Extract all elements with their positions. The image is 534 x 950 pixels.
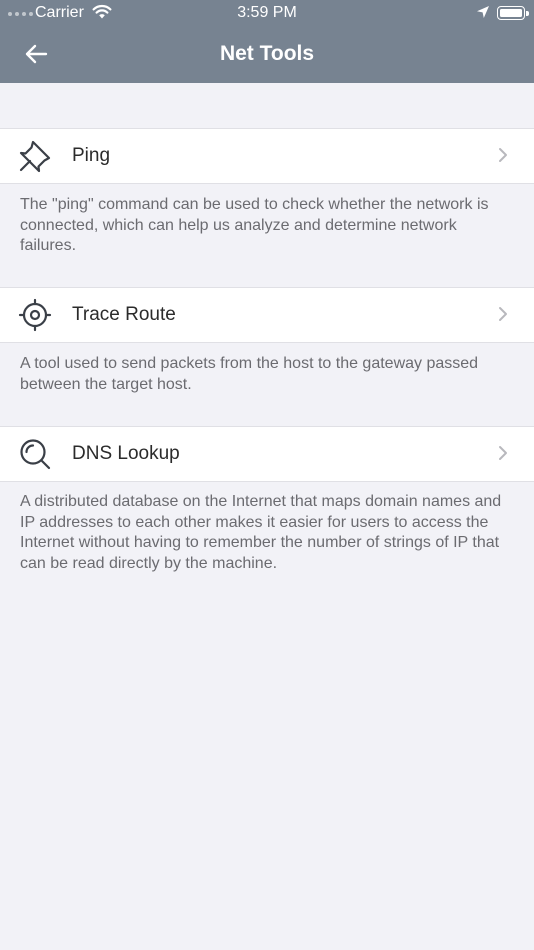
navigation-bar: Net Tools: [0, 28, 534, 83]
tool-label-dns-lookup: DNS Lookup: [72, 443, 180, 464]
arrow-left-icon: [25, 44, 48, 64]
tool-description-dns-lookup: A distributed database on the Internet t…: [20, 493, 502, 572]
battery-icon: [497, 6, 529, 20]
header: Carrier 3:59 PM Net Tools: [0, 0, 534, 83]
tool-label-ping: Ping: [72, 145, 111, 166]
back-button[interactable]: [16, 38, 56, 70]
status-bar: Carrier 3:59 PM: [0, 0, 534, 28]
tool-row-trace-route[interactable]: Trace Route: [0, 287, 534, 343]
crosshair-icon: [18, 298, 52, 332]
net-tools-screen: Carrier 3:59 PM Net Tools Ping The "ping…: [0, 0, 534, 950]
chevron-right-icon: [499, 307, 507, 321]
status-time: 3:59 PM: [237, 4, 297, 21]
pin-icon: [19, 140, 51, 173]
tool-row-ping[interactable]: Ping: [0, 128, 534, 184]
tool-description-ping: The "ping" command can be used to check …: [20, 196, 489, 254]
chevron-right-icon: [499, 148, 507, 162]
chevron-right-icon: [499, 446, 507, 460]
tool-label-trace-route: Trace Route: [72, 304, 176, 325]
tool-description-trace-route: A tool used to send packets from the hos…: [20, 355, 479, 393]
tool-row-dns-lookup[interactable]: DNS Lookup: [0, 426, 534, 482]
magnifier-icon: [20, 439, 51, 470]
location-arrow-icon: [477, 6, 489, 18]
page-title: Net Tools: [219, 42, 315, 65]
